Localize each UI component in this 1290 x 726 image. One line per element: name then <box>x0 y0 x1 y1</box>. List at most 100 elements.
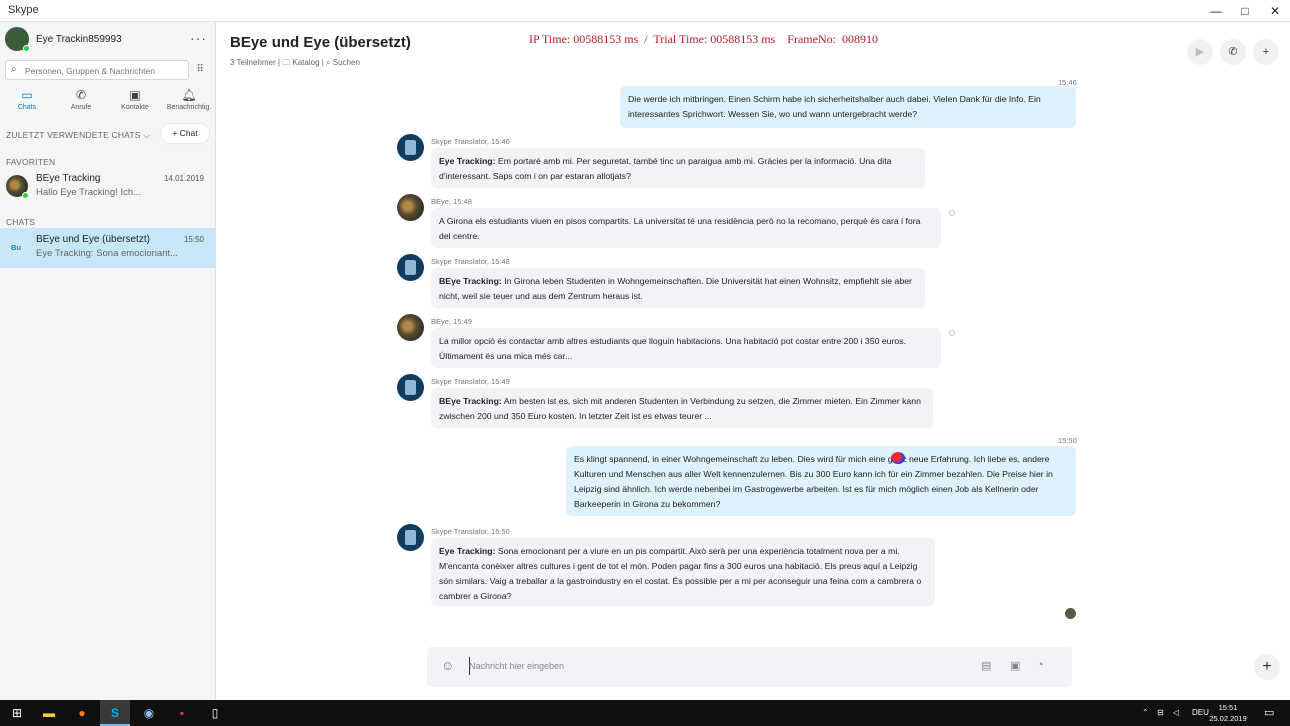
translator-avatar <box>397 374 424 401</box>
message-sender: BEye, 15:49 <box>431 317 472 326</box>
new-chat-button[interactable]: + Chat <box>161 124 209 143</box>
windows-taskbar: ⊞ ▬ ● S ◉ ▪ ▯ ⌃ ⊟ ◁ DEU 15:51 25.02.2019… <box>0 700 1290 726</box>
bell-icon: 🔔︎ <box>181 88 197 102</box>
tab-notifications-label: Benachrichtig. <box>166 104 212 111</box>
eye-tracker-icon[interactable]: ◉ <box>134 700 164 726</box>
start-menu-icon[interactable]: ⊞ <box>2 700 32 726</box>
message-sender: Skype Translator, 15:49 <box>431 377 510 386</box>
profile-header[interactable]: Eye Trackin859993 ··· <box>5 27 211 55</box>
tab-calls[interactable]: ✆ Anrufe <box>54 86 108 118</box>
message-author: Eye Tracking: <box>439 156 496 166</box>
translator-avatar <box>397 134 424 161</box>
attach-media-icon[interactable]: ▤ <box>981 659 991 672</box>
volume-icon[interactable]: ◁ <box>1173 700 1179 726</box>
contact-card-icon[interactable]: ▣ <box>1010 659 1020 672</box>
message-input[interactable]: Nachricht hier eingeben <box>469 661 564 671</box>
notification-center-icon[interactable]: ▭ <box>1264 700 1274 726</box>
tab-chats[interactable]: ▭ Chats <box>0 86 54 118</box>
language-indicator[interactable]: DEU <box>1192 700 1209 726</box>
dialpad-icon[interactable]: ⠿ <box>192 62 208 78</box>
message-list: 15:46 Die werde ich mitbringen. Einen Sc… <box>216 78 1290 638</box>
add-content-button[interactable]: + <box>1254 654 1280 680</box>
minimize-button[interactable]: — <box>1206 2 1226 20</box>
online-status-icon <box>23 45 30 52</box>
add-participant-icon[interactable]: + <box>1253 39 1279 65</box>
profile-name[interactable]: Eye Trackin859993 <box>36 34 122 45</box>
chat-name: BEye und Eye (übersetzt) <box>36 234 150 245</box>
chat-preview: Hallo Eye Tracking! Ich... <box>36 187 142 198</box>
chats-heading: CHATS <box>6 217 36 227</box>
message-bubble-incoming[interactable]: BEye Tracking: In Girona leben Studenten… <box>431 268 925 308</box>
message-sender: Skype Translator, 15:48 <box>431 257 510 266</box>
message-author: Eye Tracking: <box>439 546 496 556</box>
message-bubble-incoming[interactable]: Eye Tracking: Sona emocionant per a viur… <box>431 538 935 606</box>
message-composer[interactable]: ☺ Nachricht hier eingeben ▤ ▣ ◔ <box>427 647 1072 687</box>
clock-date: 25.02.2019 <box>1209 714 1247 723</box>
window-title: Skype <box>8 4 39 16</box>
search-input[interactable]: ⌕ Personen, Gruppen & Nachrichten <box>5 60 189 80</box>
reaction-smiley-icon[interactable]: ☺ <box>947 208 957 219</box>
message-sender: Skype Translator, 15:50 <box>431 527 510 536</box>
poll-icon[interactable]: ◔ <box>1037 659 1044 671</box>
eye-tracking-overlay: IP Time: 00588153 ms / Trial Time: 00588… <box>529 32 878 46</box>
nav-tabs: ▭ Chats ✆ Anrufe ▣ Kontakte 🔔︎ Benachric… <box>0 86 216 118</box>
network-icon[interactable]: ⊟ <box>1157 700 1164 726</box>
reaction-smiley-icon[interactable]: ☺ <box>947 328 957 339</box>
message-text: Am besten ist es, sich mit anderen Stude… <box>439 396 921 421</box>
message-sender: Skype Translator, 15:46 <box>431 137 510 146</box>
phone-icon: ✆ <box>75 88 87 102</box>
chat-time: 14.01.2019 <box>163 174 204 183</box>
maximize-button[interactable]: □ <box>1235 2 1255 20</box>
tab-contacts-label: Kontakte <box>121 104 149 111</box>
tab-notifications[interactable]: 🔔︎ Benachrichtig. <box>162 86 216 118</box>
firefox-icon[interactable]: ● <box>67 700 97 726</box>
message-bubble-incoming[interactable]: A Girona els estudiants viuen en pisos c… <box>431 208 941 248</box>
chat-list-item-beye-tracking[interactable]: BEye Tracking Hallo Eye Tracking! Ich...… <box>0 167 216 207</box>
contact-avatar <box>397 194 424 221</box>
document-icon[interactable]: ▯ <box>200 700 230 726</box>
message-text: In Girona leben Studenten in Wohngemeins… <box>439 276 912 301</box>
close-button[interactable]: ✕ <box>1265 2 1285 20</box>
translator-avatar <box>397 524 424 551</box>
video-call-icon[interactable]: ▶ <box>1187 39 1213 65</box>
conversation-title[interactable]: BEye und Eye (übersetzt) <box>230 34 411 51</box>
emoji-icon[interactable]: ☺ <box>441 658 454 673</box>
sidebar: Eye Trackin859993 ··· ⌕ Personen, Gruppe… <box>0 22 216 700</box>
search-icon: ⌕ <box>11 64 17 75</box>
message-text: Sona emocionant per a viure en un pis co… <box>439 546 922 601</box>
recorder-icon[interactable]: ▪ <box>167 700 197 726</box>
message-text: Em portaré amb mi. Per seguretat, també … <box>439 156 892 181</box>
chat-preview: Eye Tracking: Sona emocionant... <box>36 248 179 259</box>
chat-list-item-beye-und-eye[interactable]: Bu BEye und Eye (übersetzt) Eye Tracking… <box>0 228 216 268</box>
more-options-icon[interactable]: ··· <box>190 30 207 46</box>
chat-icon: ▭ <box>21 88 33 102</box>
conversation-subtitle[interactable]: 3 Teilnehmer | 🗀 Katalog | ⌕ Suchen <box>230 57 360 71</box>
tab-contacts[interactable]: ▣ Kontakte <box>108 86 162 118</box>
clock-time: 15:51 <box>1218 703 1238 712</box>
message-bubble-outgoing[interactable]: Die werde ich mitbringen. Einen Schirm h… <box>620 86 1076 128</box>
chat-name: BEye Tracking <box>36 173 101 184</box>
message-bubble-incoming[interactable]: Eye Tracking: Em portaré amb mi. Per seg… <box>431 148 925 188</box>
message-bubble-outgoing[interactable]: Es klingt spannend, in einer Wohngemeins… <box>566 446 1076 516</box>
message-author: BEye Tracking: <box>439 276 502 286</box>
chat-time: 15:50 <box>183 235 204 244</box>
skype-icon[interactable]: S <box>100 700 130 726</box>
system-clock[interactable]: 15:51 25.02.2019 <box>1208 702 1248 724</box>
favorites-heading: FAVORITEN <box>6 157 56 167</box>
window-titlebar: Skype — □ ✕ <box>0 0 1290 22</box>
tray-chevron-icon[interactable]: ⌃ <box>1142 700 1149 726</box>
translator-avatar <box>397 254 424 281</box>
audio-call-icon[interactable]: ✆ <box>1220 39 1246 65</box>
tab-chats-label: Chats <box>17 104 37 111</box>
gaze-point-marker <box>891 452 905 464</box>
recent-chats-filter[interactable]: ZULETZT VERWENDETE CHATS ⌵ <box>6 130 150 141</box>
message-bubble-incoming[interactable]: La millor opció és contactar amb altres … <box>431 328 941 368</box>
message-bubble-incoming[interactable]: BEye Tracking: Am besten ist es, sich mi… <box>431 388 933 428</box>
contact-avatar <box>397 314 424 341</box>
file-explorer-icon[interactable]: ▬ <box>34 700 64 726</box>
online-status-icon <box>22 192 29 199</box>
message-sender: BEye, 15:48 <box>431 197 472 206</box>
tab-calls-label: Anrufe <box>70 104 92 111</box>
message-author: BEye Tracking: <box>439 396 502 406</box>
conversation-pane: BEye und Eye (übersetzt) 3 Teilnehmer | … <box>216 22 1290 700</box>
